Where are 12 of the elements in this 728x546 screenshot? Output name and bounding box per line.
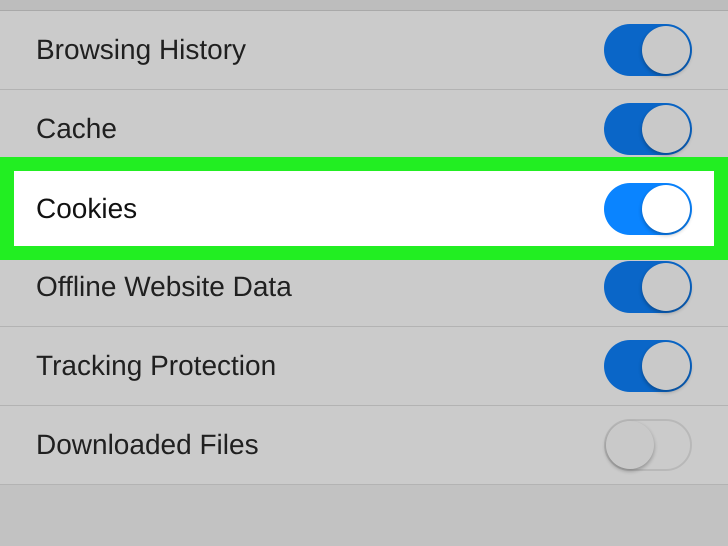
setting-label: Cache — [36, 113, 117, 145]
toggle-switch[interactable] — [604, 103, 692, 155]
setting-label: Downloaded Files — [36, 429, 259, 461]
toggle-switch[interactable] — [604, 261, 692, 313]
toggle-switch[interactable] — [604, 419, 692, 471]
setting-label: Offline Website Data — [36, 271, 292, 303]
setting-label: Tracking Protection — [36, 350, 276, 382]
toggle-switch[interactable] — [604, 340, 692, 392]
setting-label: Browsing History — [36, 34, 246, 66]
setting-label: Cookies — [36, 192, 138, 224]
toggle-switch[interactable] — [604, 182, 692, 234]
toggle-switch[interactable] — [604, 24, 692, 76]
